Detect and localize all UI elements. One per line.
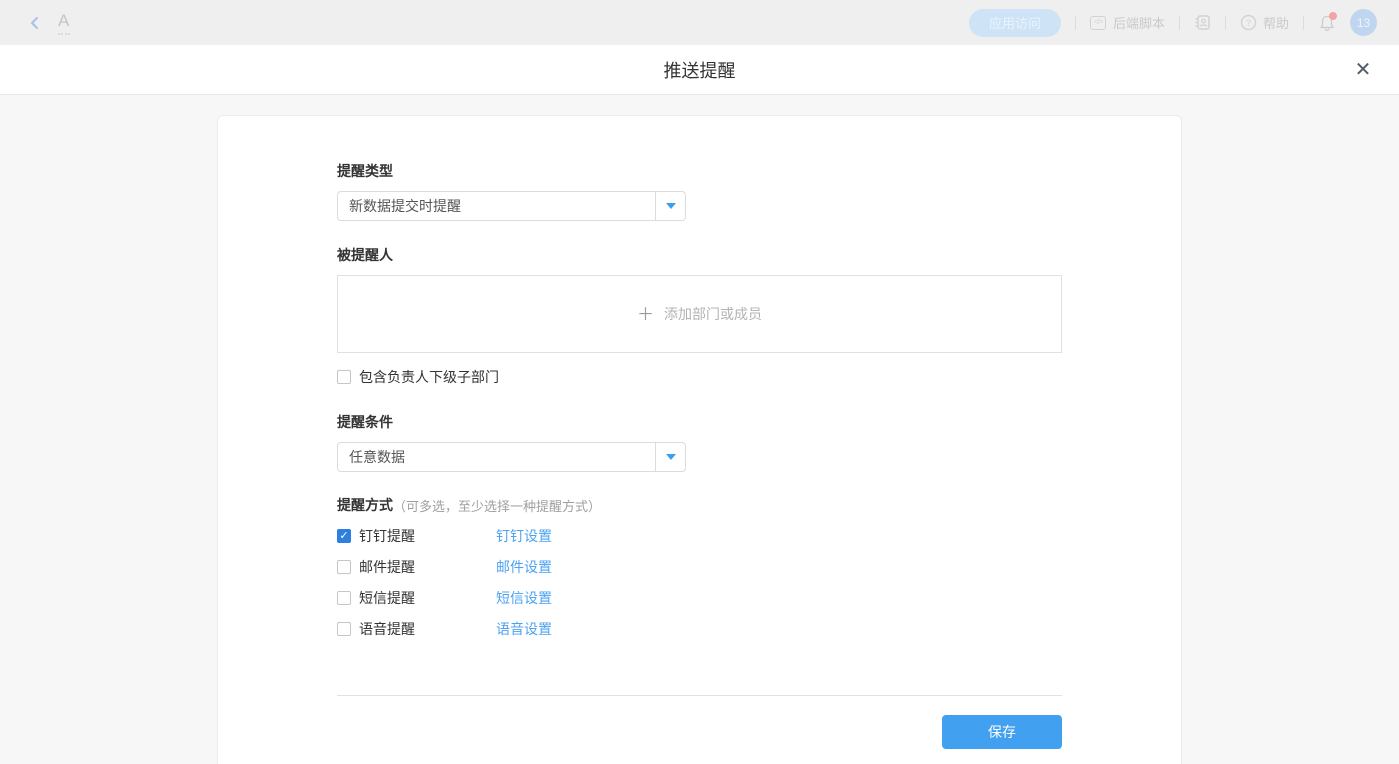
method-row-email: 邮件提醒 邮件设置 xyxy=(337,559,1062,575)
method-row-dingtalk: ✓ 钉钉提醒 钉钉设置 xyxy=(337,528,1062,544)
notification-dot xyxy=(1329,12,1337,20)
voice-checkbox[interactable] xyxy=(337,622,351,636)
backend-script-button[interactable]: </> 后端脚本 xyxy=(1090,13,1165,32)
divider xyxy=(1303,16,1304,30)
footer-divider xyxy=(337,695,1062,696)
chevron-down-icon xyxy=(666,454,676,460)
divider xyxy=(1179,16,1180,30)
dropdown-arrow-cell[interactable] xyxy=(655,192,685,220)
voice-settings-link[interactable]: 语音设置 xyxy=(496,619,552,639)
include-sub-checkbox[interactable] xyxy=(337,370,351,384)
include-sub-label: 包含负责人下级子部门 xyxy=(359,367,499,387)
reminder-type-label: 提醒类型 xyxy=(337,161,1062,181)
question-icon: ? xyxy=(1240,14,1257,31)
backend-script-label: 后端脚本 xyxy=(1113,13,1165,32)
dingtalk-checkbox-group[interactable]: ✓ 钉钉提醒 xyxy=(337,526,496,546)
sms-settings-link[interactable]: 短信设置 xyxy=(496,588,552,608)
methods-header: 提醒方式 （可多选，至少选择一种提醒方式） xyxy=(337,495,1062,515)
dingtalk-settings-link[interactable]: 钉钉设置 xyxy=(496,526,552,546)
dingtalk-label: 钉钉提醒 xyxy=(359,526,415,546)
topbar-actions: 应用访问 </> 后端脚本 xyxy=(969,9,1399,37)
footer-actions: 保存 xyxy=(337,715,1062,749)
reminder-type-select[interactable]: 新数据提交时提醒 xyxy=(337,191,686,221)
add-recipients-box[interactable]: ＋ 添加部门或成员 xyxy=(337,275,1062,353)
add-recipients-placeholder: 添加部门或成员 xyxy=(664,304,762,324)
help-button[interactable]: ? 帮助 xyxy=(1240,13,1289,32)
avatar[interactable]: 13 xyxy=(1350,9,1377,36)
sms-checkbox[interactable] xyxy=(337,591,351,605)
dingtalk-checkbox[interactable]: ✓ xyxy=(337,529,351,543)
help-label: 帮助 xyxy=(1263,13,1289,32)
method-row-voice: 语音提醒 语音设置 xyxy=(337,621,1062,637)
topbar: A 应用访问 </> 后端脚本 xyxy=(0,0,1399,45)
app-name: A xyxy=(58,11,70,35)
back-icon[interactable] xyxy=(28,16,42,30)
chevron-down-icon xyxy=(666,203,676,209)
sms-checkbox-group[interactable]: 短信提醒 xyxy=(337,588,496,608)
condition-select[interactable]: 任意数据 xyxy=(337,442,686,472)
reminder-type-value: 新数据提交时提醒 xyxy=(338,192,655,220)
save-button[interactable]: 保存 xyxy=(942,715,1062,749)
page-title: 推送提醒 xyxy=(664,57,736,83)
notifications-bell-icon[interactable] xyxy=(1318,14,1336,32)
app-access-button[interactable]: 应用访问 xyxy=(969,9,1061,37)
methods-hint: （可多选，至少选择一种提醒方式） xyxy=(393,496,601,515)
email-checkbox[interactable] xyxy=(337,560,351,574)
code-icon: </> xyxy=(1090,14,1107,31)
email-label: 邮件提醒 xyxy=(359,557,415,577)
sms-label: 短信提醒 xyxy=(359,588,415,608)
methods-label: 提醒方式 xyxy=(337,495,393,515)
close-icon[interactable]: ✕ xyxy=(1351,58,1375,82)
include-sub-departments-row[interactable]: 包含负责人下级子部门 xyxy=(337,367,1062,387)
voice-label: 语音提醒 xyxy=(359,619,415,639)
svg-text:?: ? xyxy=(1246,18,1251,28)
method-row-sms: 短信提醒 短信设置 xyxy=(337,590,1062,606)
push-reminder-form: 提醒类型 新数据提交时提醒 被提醒人 ＋ 添加部门或成员 包含负责人下级子部门 … xyxy=(337,116,1062,749)
email-settings-link[interactable]: 邮件设置 xyxy=(496,557,552,577)
voice-checkbox-group[interactable]: 语音提醒 xyxy=(337,619,496,639)
contacts-button[interactable] xyxy=(1194,14,1211,31)
recipients-label: 被提醒人 xyxy=(337,245,1062,265)
dropdown-arrow-cell[interactable] xyxy=(655,443,685,471)
plus-icon: ＋ xyxy=(637,306,654,323)
condition-value: 任意数据 xyxy=(338,443,655,471)
modal-header: 推送提醒 ✕ xyxy=(0,45,1399,95)
topbar-left: A xyxy=(0,11,70,35)
divider xyxy=(1225,16,1226,30)
condition-label: 提醒条件 xyxy=(337,412,1062,432)
methods-list: ✓ 钉钉提醒 钉钉设置 邮件提醒 邮件设置 短信提醒 短信设置 xyxy=(337,528,1062,637)
settings-card: 提醒类型 新数据提交时提醒 被提醒人 ＋ 添加部门或成员 包含负责人下级子部门 … xyxy=(217,115,1182,764)
contacts-icon xyxy=(1194,14,1211,31)
email-checkbox-group[interactable]: 邮件提醒 xyxy=(337,557,496,577)
divider xyxy=(1075,16,1076,30)
